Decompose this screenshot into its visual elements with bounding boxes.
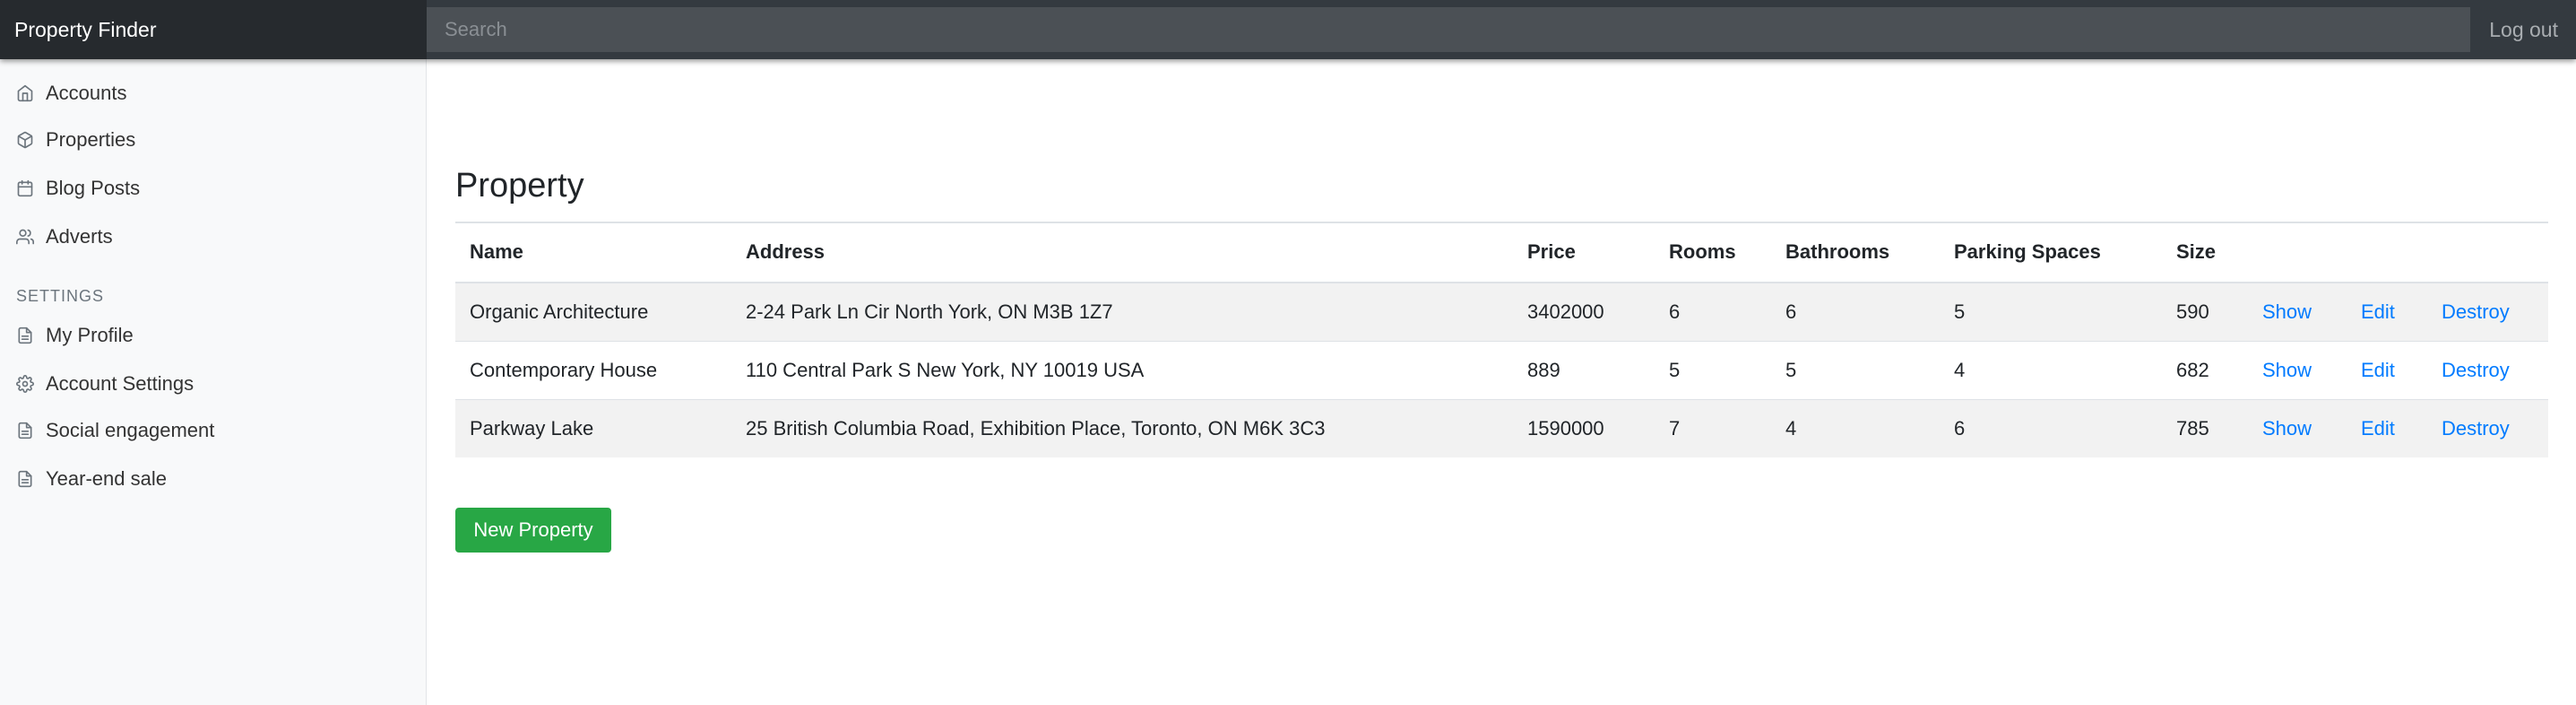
new-property-button[interactable]: New Property — [455, 508, 611, 553]
edit-link[interactable]: Edit — [2361, 300, 2395, 323]
show-link[interactable]: Show — [2262, 359, 2312, 381]
cell-size: 785 — [2162, 399, 2248, 457]
destroy-link[interactable]: Destroy — [2442, 359, 2510, 381]
cell-rooms: 5 — [1655, 341, 1771, 400]
table-header-row: Name Address Price Rooms Bathrooms Parki… — [455, 222, 2548, 283]
cell-parking-spaces: 5 — [1940, 282, 2162, 342]
property-table: Name Address Price Rooms Bathrooms Parki… — [455, 222, 2548, 457]
column-header-rooms: Rooms — [1655, 222, 1771, 283]
column-header-address: Address — [731, 222, 1513, 283]
gear-icon — [16, 375, 34, 393]
column-header-name: Name — [455, 222, 731, 283]
cell-size: 590 — [2162, 282, 2248, 342]
cell-parking-spaces: 6 — [1940, 399, 2162, 457]
users-icon — [16, 229, 34, 245]
calendar-icon — [17, 179, 33, 197]
file-icon — [18, 326, 32, 344]
cell-size: 682 — [2162, 341, 2248, 400]
top-navbar: Property Finder Log out — [0, 0, 2576, 59]
cell-bathrooms: 5 — [1771, 341, 1940, 400]
sidebar-item-accounts[interactable]: Accounts — [16, 75, 127, 111]
column-header-bathrooms: Bathrooms — [1771, 222, 1940, 283]
show-link[interactable]: Show — [2262, 417, 2312, 440]
table-row: Contemporary House 110 Central Park S Ne… — [455, 341, 2548, 400]
table-row: Parkway Lake 25 British Columbia Road, E… — [455, 399, 2548, 457]
home-icon — [17, 84, 33, 102]
settings-heading: SETTINGS — [16, 287, 105, 305]
search-input[interactable] — [427, 7, 2470, 52]
cell-price: 3402000 — [1513, 282, 1655, 342]
box-icon — [17, 131, 33, 149]
sidebar-item-account-settings[interactable]: Account Settings — [16, 366, 194, 402]
cell-bathrooms: 4 — [1771, 399, 1940, 457]
sidebar-item-label: My Profile — [46, 324, 134, 346]
cell-name: Parkway Lake — [455, 399, 731, 457]
cell-rooms: 6 — [1655, 282, 1771, 342]
sidebar-item-label: Blog Posts — [46, 177, 141, 199]
logout-link[interactable]: Log out — [2489, 0, 2558, 59]
sidebar-item-label: Properties — [46, 128, 136, 151]
destroy-link[interactable]: Destroy — [2442, 300, 2510, 323]
cell-address: 2-24 Park Ln Cir North York, ON M3B 1Z7 — [731, 282, 1513, 342]
cell-parking-spaces: 4 — [1940, 341, 2162, 400]
cell-name: Contemporary House — [455, 341, 731, 400]
sidebar-item-social-engagement[interactable]: Social engagement — [16, 413, 214, 448]
column-header-actions — [2248, 222, 2347, 283]
sidebar-item-label: Social engagement — [46, 419, 215, 441]
sidebar-item-blog-posts[interactable]: Blog Posts — [16, 170, 140, 206]
cell-address: 25 British Columbia Road, Exhibition Pla… — [731, 399, 1513, 457]
table-row: Organic Architecture 2-24 Park Ln Cir No… — [455, 282, 2548, 342]
cell-name: Organic Architecture — [455, 282, 731, 342]
sidebar-item-label: Adverts — [46, 225, 113, 248]
cell-rooms: 7 — [1655, 399, 1771, 457]
column-header-size: Size — [2162, 222, 2248, 283]
column-header-parking-spaces: Parking Spaces — [1940, 222, 2162, 283]
sidebar-item-label: Year-end sale — [46, 467, 167, 490]
edit-link[interactable]: Edit — [2361, 417, 2395, 440]
sidebar-item-my-profile[interactable]: My Profile — [16, 318, 134, 353]
sidebar: Accounts Properties Blog Posts Adverts S… — [0, 59, 427, 705]
show-link[interactable]: Show — [2262, 300, 2312, 323]
column-header-price: Price — [1513, 222, 1655, 283]
cell-bathrooms: 6 — [1771, 282, 1940, 342]
sidebar-item-year-end-sale[interactable]: Year-end sale — [16, 461, 167, 497]
column-header-actions — [2427, 222, 2548, 283]
sidebar-item-adverts[interactable]: Adverts — [16, 219, 113, 255]
brand-logo[interactable]: Property Finder — [0, 0, 427, 59]
sidebar-item-label: Accounts — [46, 82, 127, 104]
edit-link[interactable]: Edit — [2361, 359, 2395, 381]
sidebar-item-label: Account Settings — [46, 372, 194, 395]
cell-price: 1590000 — [1513, 399, 1655, 457]
cell-price: 889 — [1513, 341, 1655, 400]
destroy-link[interactable]: Destroy — [2442, 417, 2510, 440]
page-title: Property — [455, 167, 584, 205]
cell-address: 110 Central Park S New York, NY 10019 US… — [731, 341, 1513, 400]
file-icon — [18, 422, 32, 440]
file-icon — [18, 470, 32, 488]
sidebar-item-properties[interactable]: Properties — [16, 122, 135, 158]
column-header-actions — [2347, 222, 2427, 283]
